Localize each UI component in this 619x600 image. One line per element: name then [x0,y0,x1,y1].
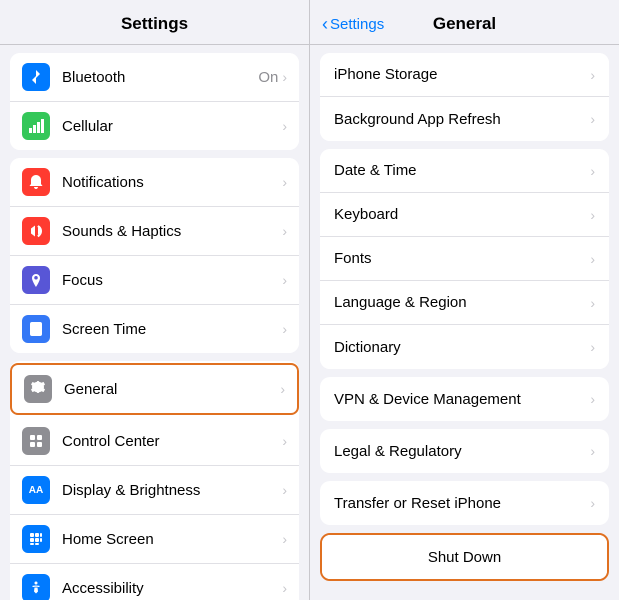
bg-app-refresh-label: Background App Refresh [334,111,590,128]
bluetooth-icon [22,63,50,91]
left-panel-header: Settings [0,0,309,45]
general-label: General [64,381,280,398]
display-label: Display & Brightness [62,482,282,499]
control-chevron-icon: › [282,433,287,449]
shutdown-group: Shut Down [320,533,609,581]
homescreen-label: Home Screen [62,531,282,548]
right-item-language[interactable]: Language & Region› [320,281,609,325]
screentime-icon [22,315,50,343]
left-panel-title: Settings [121,14,188,33]
settings-item-notifications[interactable]: Notifications› [10,158,299,207]
settings-item-display[interactable]: AA Display & Brightness› [10,466,299,515]
right-settings-group: VPN & Device Management› [320,377,609,421]
control-icon [22,427,50,455]
right-item-fonts[interactable]: Fonts› [320,237,609,281]
right-settings-group: Transfer or Reset iPhone› [320,481,609,525]
right-item-vpn[interactable]: VPN & Device Management› [320,377,609,421]
sounds-label: Sounds & Haptics [62,223,282,240]
settings-item-focus[interactable]: Focus› [10,256,299,305]
focus-icon [22,266,50,294]
screentime-label: Screen Time [62,321,282,338]
settings-item-control[interactable]: Control Center› [10,417,299,466]
settings-list: BluetoothOn›Cellular›Notifications›Sound… [0,45,309,600]
settings-item-bluetooth[interactable]: BluetoothOn› [10,53,299,102]
settings-item-sounds[interactable]: Sounds & Haptics› [10,207,299,256]
settings-item-cellular[interactable]: Cellular› [10,102,299,150]
settings-item-homescreen[interactable]: Home Screen› [10,515,299,564]
right-item-legal[interactable]: Legal & Regulatory› [320,429,609,473]
cellular-chevron-icon: › [282,118,287,134]
right-settings-list: iPhone Storage›Background App Refresh›Da… [310,45,619,600]
legal-chevron-icon: › [590,443,595,459]
accessibility-chevron-icon: › [282,580,287,596]
accessibility-icon [22,574,50,600]
right-settings-group: Date & Time›Keyboard›Fonts›Language & Re… [320,149,609,369]
left-panel: Settings BluetoothOn›Cellular›Notificati… [0,0,310,600]
transfer-reset-label: Transfer or Reset iPhone [334,495,590,512]
right-item-date-time[interactable]: Date & Time› [320,149,609,193]
homescreen-chevron-icon: › [282,531,287,547]
settings-group: BluetoothOn›Cellular› [10,53,299,150]
iphone-storage-label: iPhone Storage [334,66,590,83]
date-time-label: Date & Time [334,162,590,179]
shut-down-label: Shut Down [428,549,501,566]
vpn-chevron-icon: › [590,391,595,407]
dictionary-chevron-icon: › [590,339,595,355]
display-icon: AA [22,476,50,504]
settings-group: General›Control Center›AADisplay & Brigh… [10,361,299,600]
keyboard-chevron-icon: › [590,207,595,223]
settings-item-accessibility[interactable]: Accessibility› [10,564,299,600]
transfer-reset-chevron-icon: › [590,495,595,511]
accessibility-label: Accessibility [62,580,282,597]
date-time-chevron-icon: › [590,163,595,179]
back-chevron-icon: ‹ [322,14,328,35]
iphone-storage-chevron-icon: › [590,67,595,83]
right-item-keyboard[interactable]: Keyboard› [320,193,609,237]
legal-label: Legal & Regulatory [334,443,590,460]
right-panel-header: ‹ Settings General [310,0,619,45]
right-settings-group: iPhone Storage›Background App Refresh› [320,53,609,141]
cellular-icon [22,112,50,140]
settings-item-general[interactable]: General› [10,363,299,415]
dictionary-label: Dictionary [334,339,590,356]
right-panel-title: General [433,14,496,34]
screentime-chevron-icon: › [282,321,287,337]
right-item-transfer-reset[interactable]: Transfer or Reset iPhone› [320,481,609,525]
settings-item-screentime[interactable]: Screen Time› [10,305,299,353]
fonts-label: Fonts [334,250,590,267]
notifications-chevron-icon: › [282,174,287,190]
language-chevron-icon: › [590,295,595,311]
general-chevron-icon: › [280,381,285,397]
vpn-label: VPN & Device Management [334,391,590,408]
sounds-icon [22,217,50,245]
back-label: Settings [330,16,384,33]
shut-down-button[interactable]: Shut Down [322,535,607,579]
right-panel: ‹ Settings General iPhone Storage›Backgr… [310,0,619,600]
display-chevron-icon: › [282,482,287,498]
sounds-chevron-icon: › [282,223,287,239]
keyboard-label: Keyboard [334,206,590,223]
right-item-dictionary[interactable]: Dictionary› [320,325,609,369]
notifications-icon [22,168,50,196]
notifications-label: Notifications [62,174,282,191]
control-label: Control Center [62,433,282,450]
fonts-chevron-icon: › [590,251,595,267]
back-button[interactable]: ‹ Settings [322,14,384,35]
focus-label: Focus [62,272,282,289]
focus-chevron-icon: › [282,272,287,288]
general-icon [24,375,52,403]
right-settings-group: Legal & Regulatory› [320,429,609,473]
right-item-bg-app-refresh[interactable]: Background App Refresh› [320,97,609,141]
bg-app-refresh-chevron-icon: › [590,111,595,127]
bluetooth-value: On [258,69,278,86]
settings-group: Notifications›Sounds & Haptics›Focus›Scr… [10,158,299,353]
bluetooth-chevron-icon: › [282,69,287,85]
homescreen-icon [22,525,50,553]
language-label: Language & Region [334,294,590,311]
bluetooth-label: Bluetooth [62,69,258,86]
cellular-label: Cellular [62,118,282,135]
right-item-iphone-storage[interactable]: iPhone Storage› [320,53,609,97]
